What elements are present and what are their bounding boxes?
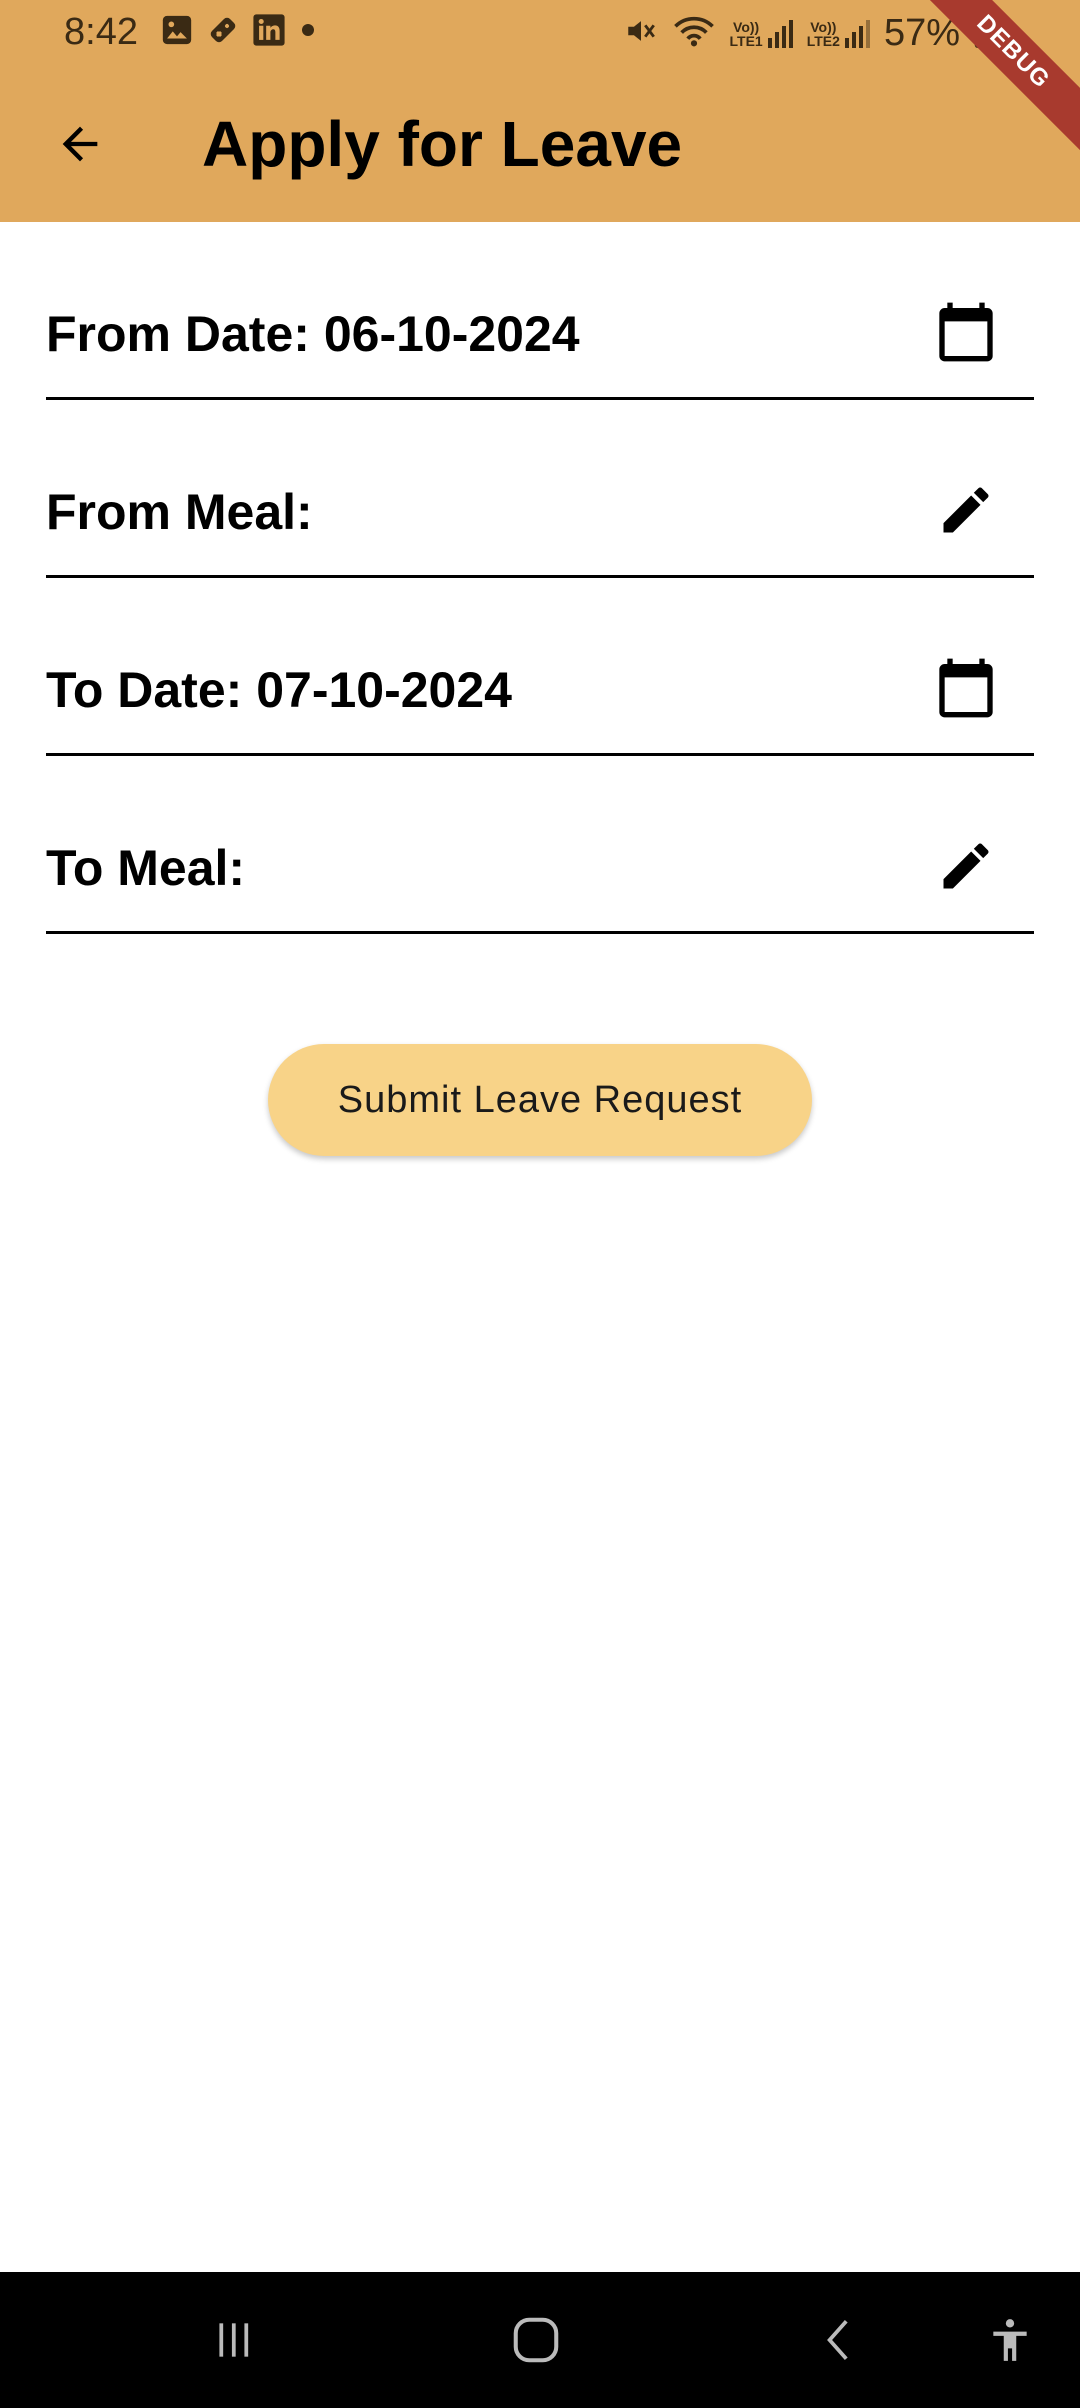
edit-icon bbox=[943, 487, 989, 533]
status-time: 8:42 bbox=[64, 11, 138, 53]
game-icon bbox=[206, 13, 240, 52]
from-date-label: From Date: 06-10-2024 bbox=[46, 306, 580, 362]
arrow-back-icon bbox=[62, 126, 98, 162]
accessibility-button[interactable] bbox=[970, 2300, 1050, 2380]
submit-leave-request-button[interactable]: Submit Leave Request bbox=[268, 1044, 812, 1156]
home-button[interactable] bbox=[496, 2300, 576, 2380]
signal-lte1-icon: Vo)) LTE1 bbox=[730, 18, 793, 48]
to-date-value: 07-10-2024 bbox=[256, 662, 512, 718]
recent-apps-button[interactable] bbox=[194, 2300, 274, 2380]
back-button[interactable] bbox=[40, 104, 120, 184]
signal-lte2-icon: Vo)) LTE2 bbox=[807, 18, 870, 48]
page-title: Apply for Leave bbox=[202, 108, 683, 180]
from-meal-label: From Meal: bbox=[46, 484, 313, 540]
leave-form: From Date: 06-10-2024 From Meal: To Date… bbox=[46, 222, 1034, 934]
system-back-button[interactable] bbox=[800, 2300, 880, 2380]
to-meal-edit-button[interactable] bbox=[934, 834, 998, 898]
to-meal-row[interactable]: To Meal: bbox=[46, 756, 1034, 934]
status-right-icons: Vo)) LTE1 Vo)) LTE2 57% bbox=[624, 8, 994, 58]
status-bar: 8:42 Vo)) LTE1 Vo)) LTE2 57% bbox=[0, 0, 1080, 66]
status-left-icons bbox=[160, 13, 318, 52]
home-icon bbox=[513, 2317, 559, 2363]
dot-icon bbox=[298, 20, 318, 45]
calendar-icon bbox=[939, 302, 993, 362]
app-bar: 8:42 Vo)) LTE1 Vo)) LTE2 57% Apply for L… bbox=[0, 0, 1080, 222]
back-icon bbox=[827, 2320, 848, 2360]
from-date-row[interactable]: From Date: 06-10-2024 bbox=[46, 222, 1034, 400]
to-date-picker-button[interactable] bbox=[934, 656, 998, 720]
to-date-row[interactable]: To Date: 07-10-2024 bbox=[46, 578, 1034, 756]
from-date-picker-button[interactable] bbox=[934, 300, 998, 364]
to-meal-label: To Meal: bbox=[46, 840, 246, 896]
edit-icon bbox=[943, 843, 989, 889]
to-date-label: To Date: 07-10-2024 bbox=[46, 662, 512, 718]
from-meal-row[interactable]: From Meal: bbox=[46, 400, 1034, 578]
accessibility-icon bbox=[993, 2319, 1027, 2361]
wifi-icon bbox=[672, 14, 716, 53]
linkedin-icon bbox=[252, 13, 286, 52]
from-meal-edit-button[interactable] bbox=[934, 478, 998, 542]
navigation-bar bbox=[0, 2272, 1080, 2408]
mute-icon bbox=[624, 14, 658, 53]
recent-apps-icon bbox=[219, 2323, 249, 2357]
from-date-value: 06-10-2024 bbox=[323, 306, 580, 362]
gallery-icon bbox=[160, 13, 194, 52]
calendar-icon bbox=[939, 658, 993, 718]
